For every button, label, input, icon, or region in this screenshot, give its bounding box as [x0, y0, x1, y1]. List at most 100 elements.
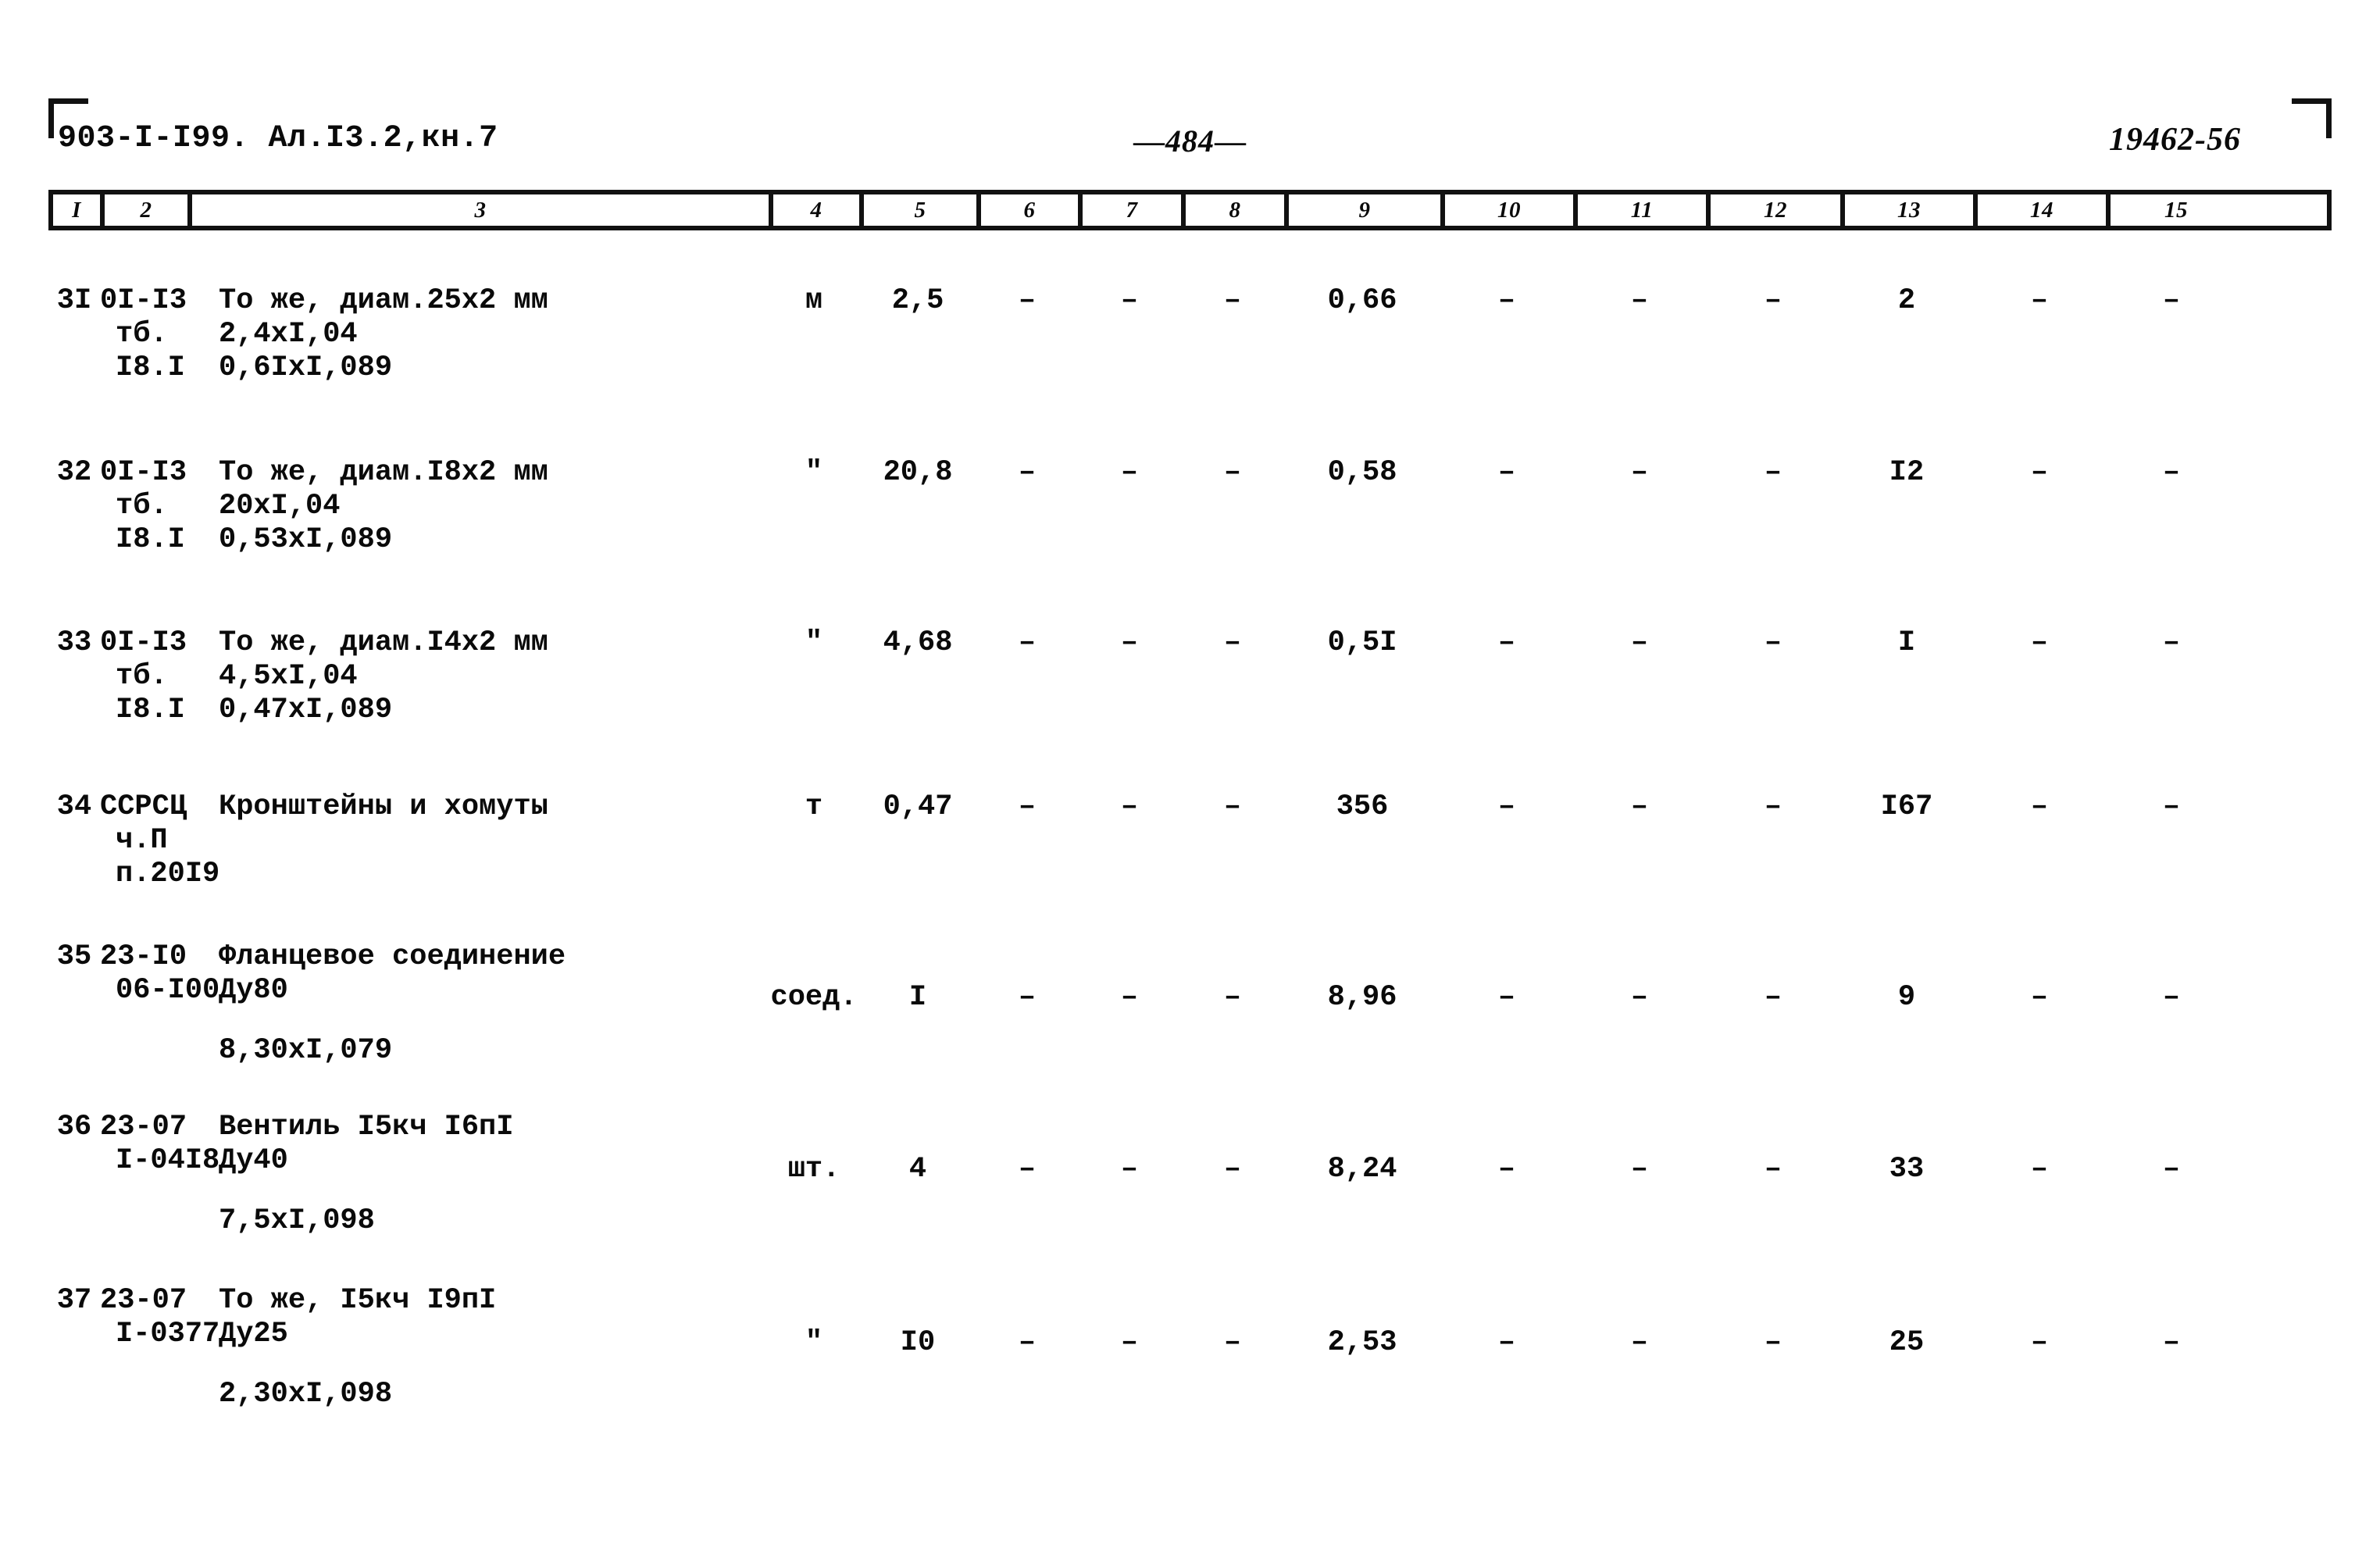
col12-value: – [1764, 790, 1782, 823]
description-line-1: Вентиль I5кч I6пI [219, 1111, 514, 1143]
col15-value: – [2162, 626, 2181, 659]
unit-of-measure: " [805, 626, 823, 659]
col13-value: 2 [1897, 284, 1916, 317]
norm-code-cell: 23-07 I-0377 [100, 1284, 234, 1351]
norm-code-line-2: тб. [116, 659, 168, 693]
col11-value: – [1630, 981, 1649, 1014]
col7-value: – [1120, 456, 1139, 489]
description-line-3: 0,6IхI,089 [219, 351, 393, 384]
col10-value: – [1497, 456, 1516, 489]
norm-code-line-1: 23-I0 [100, 940, 187, 973]
quantity: 4,68 [883, 626, 953, 659]
norm-code-cell: ССРСЦ ч.П п.20I9 [100, 790, 234, 891]
col8-value: – [1223, 1153, 1242, 1186]
col10-value: – [1497, 626, 1516, 659]
col8-value: – [1223, 1326, 1242, 1359]
col6-value: – [1018, 981, 1037, 1014]
col14-value: – [2030, 1326, 2049, 1359]
col12-value: – [1764, 1153, 1782, 1186]
norm-code-line-3: I8.I [116, 693, 185, 726]
col13-value: 25 [1889, 1326, 1925, 1359]
norm-code-line-2: 06-I00 [116, 973, 220, 1007]
col9-value: 0,58 [1327, 456, 1397, 489]
column-number-9: 9 [1289, 194, 1445, 226]
document-code: 903-I-I99. Ал.I3.2,кн.7 [58, 121, 498, 156]
col9-value: 8,96 [1327, 981, 1397, 1014]
norm-code-line-1: 23-07 [100, 1111, 187, 1143]
col7-value: – [1120, 790, 1139, 823]
col9-value: 2,53 [1327, 1326, 1397, 1359]
col12-value: – [1764, 1326, 1782, 1359]
description-line-2: 4,5хI,04 [219, 659, 358, 693]
description-line-2: 20хI,04 [219, 489, 341, 523]
col7-value: – [1120, 981, 1139, 1014]
col14-value: – [2030, 456, 2049, 489]
description-line-3: 0,47хI,089 [219, 693, 393, 726]
page-number-dash-left: — [1133, 123, 1165, 159]
col6-value: – [1018, 284, 1037, 317]
col12-value: – [1764, 456, 1782, 489]
row-number: 37 [56, 1284, 92, 1317]
quantity: 4 [908, 1153, 927, 1186]
col6-value: – [1018, 1326, 1037, 1359]
col9-value: 0,5I [1327, 626, 1397, 659]
column-number-13: 13 [1845, 194, 1978, 226]
unit-of-measure: соед. [770, 981, 858, 1014]
col11-value: – [1630, 790, 1649, 823]
quantity: 0,47 [883, 790, 953, 823]
col8-value: – [1223, 284, 1242, 317]
column-number-3: 3 [192, 194, 773, 226]
col15-value: – [2162, 284, 2181, 317]
norm-code-line-2: ч.П [116, 823, 168, 857]
column-number-15: 15 [2164, 197, 2188, 223]
col8-value: – [1223, 456, 1242, 489]
row-number: 3I [56, 284, 92, 317]
norm-code-line-2: тб. [116, 489, 168, 523]
col15-value: – [2162, 981, 2181, 1014]
col14-value: – [2030, 981, 2049, 1014]
col7-value: – [1120, 626, 1139, 659]
norm-code-line-1: 0I-I3 [100, 284, 187, 317]
page-number-dash-right: — [1215, 123, 1247, 159]
norm-code-line-1: 23-07 [100, 1284, 187, 1317]
description-line-3: 2,30хI,098 [219, 1377, 393, 1411]
page-header: 903-I-I99. Ал.I3.2,кн.7 —484— 19462-56 [0, 121, 2380, 169]
column-number-2: 2 [105, 194, 192, 226]
col8-value: – [1223, 626, 1242, 659]
col14-value: – [2030, 790, 2049, 823]
col7-value: – [1120, 1326, 1139, 1359]
description-line-1: То же, I5кч I9пI [219, 1284, 497, 1317]
col15-value: – [2162, 790, 2181, 823]
col6-value: – [1018, 626, 1037, 659]
description-line-3: 0,53хI,089 [219, 523, 393, 556]
col6-value: – [1018, 790, 1037, 823]
unit-of-measure: шт. [787, 1153, 840, 1186]
column-number-7: 7 [1083, 194, 1186, 226]
col11-value: – [1630, 1326, 1649, 1359]
row-number: 32 [56, 456, 92, 489]
row-number: 36 [56, 1111, 92, 1143]
description-line-2: 2,4хI,04 [219, 317, 358, 351]
norm-code-cell: 23-07 I-04I8 [100, 1111, 234, 1178]
col14-value: – [2030, 626, 2049, 659]
quantity: I0 [900, 1326, 936, 1359]
norm-code-line-3: I8.I [116, 351, 185, 384]
col10-value: – [1497, 790, 1516, 823]
quantity: 20,8 [883, 456, 953, 489]
col10-value: – [1497, 981, 1516, 1014]
norm-code-cell: 0I-I3 тб. I8.I [100, 284, 234, 385]
col15-value: – [2162, 456, 2181, 489]
norm-code-cell: 23-I0 06-I00 [100, 940, 234, 1008]
norm-code-line-2: I-0377 [116, 1317, 220, 1350]
col14-value: – [2030, 1153, 2049, 1186]
column-number-band: I 2 3 4 5 6 7 8 9 10 11 12 13 14 15 [48, 190, 2332, 230]
column-number-11: 11 [1578, 194, 1711, 226]
column-number-12: 12 [1711, 194, 1845, 226]
column-number-8: 8 [1186, 194, 1289, 226]
col14-value: – [2030, 284, 2049, 317]
column-number-4: 4 [773, 194, 864, 226]
norm-code-cell: 0I-I3 тб. I8.I [100, 456, 234, 557]
unit-of-measure: т [805, 790, 823, 823]
unit-of-measure: м [805, 284, 823, 317]
col12-value: – [1764, 626, 1782, 659]
